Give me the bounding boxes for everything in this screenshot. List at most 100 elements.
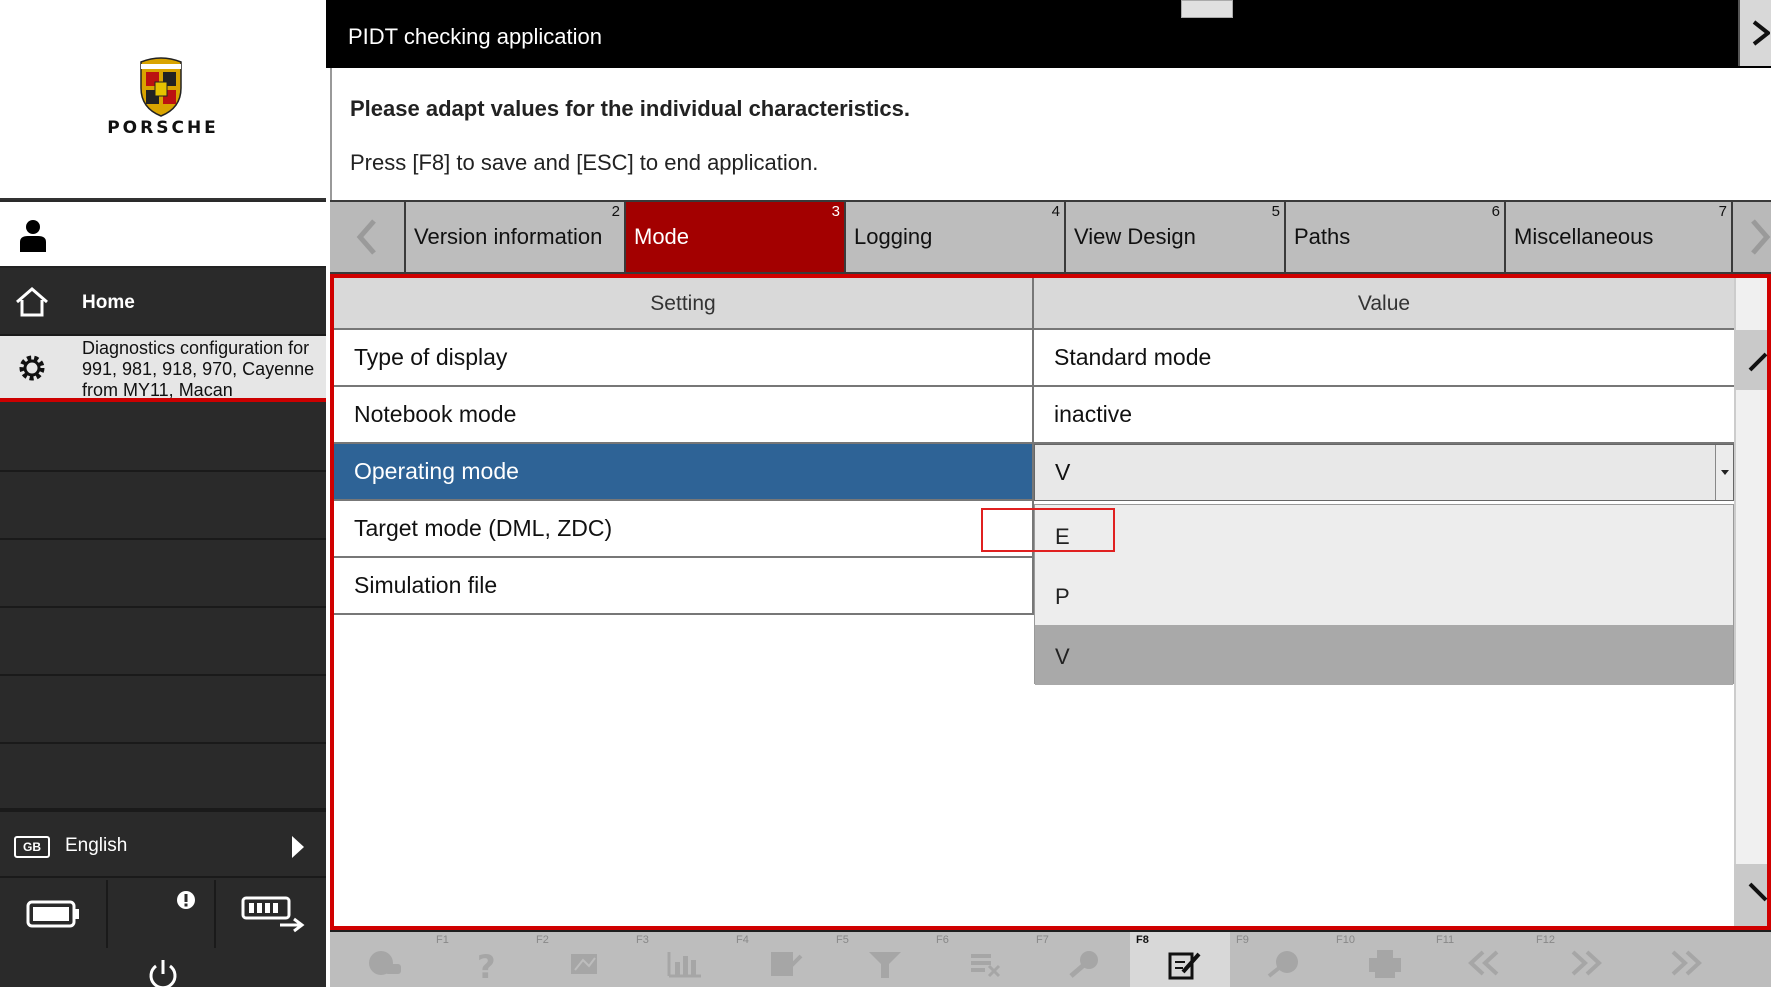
sidebar-empty-slot bbox=[0, 608, 326, 676]
tab-scroll-right-button[interactable] bbox=[1733, 202, 1771, 272]
tab-number: 4 bbox=[1051, 203, 1060, 220]
title-bar: PIDT checking application bbox=[326, 0, 1771, 68]
logo-panel: PORSCHE bbox=[0, 0, 326, 200]
tab-number: 3 bbox=[831, 203, 840, 220]
edit-document-icon bbox=[1168, 952, 1201, 980]
tab-paths[interactable]: Paths 6 bbox=[1286, 202, 1504, 272]
column-header-setting[interactable]: Setting bbox=[334, 278, 1034, 330]
tab-number: 5 bbox=[1271, 203, 1280, 220]
table-row[interactable]: Target mode (DML, ZDC) bbox=[334, 501, 1034, 558]
chevron-down-icon bbox=[1748, 882, 1768, 902]
bar-chart-icon bbox=[667, 952, 701, 978]
power-icon[interactable] bbox=[146, 958, 180, 987]
help-icon: ? bbox=[477, 948, 496, 982]
tab-scroll-left-button[interactable] bbox=[330, 202, 404, 272]
function-key-f12[interactable]: F12 bbox=[1530, 932, 1640, 987]
sidebar-empty-slot bbox=[0, 744, 326, 810]
function-key-number: F9 bbox=[1236, 934, 1249, 946]
tab-version-information[interactable]: Version information 2 bbox=[406, 202, 624, 272]
vci-usb-icon bbox=[241, 896, 305, 933]
function-key-number: F10 bbox=[1336, 934, 1355, 946]
connection-status[interactable] bbox=[216, 880, 324, 948]
sidebar-item-label: Home bbox=[82, 292, 135, 313]
power-area bbox=[0, 948, 326, 987]
tab-miscellaneous[interactable]: Miscellaneous 7 bbox=[1506, 202, 1731, 272]
scroll-down-button[interactable] bbox=[1734, 864, 1768, 926]
instruction-panel: Please adapt values for the individual c… bbox=[330, 68, 1771, 202]
keyboard-toggle-icon[interactable] bbox=[1181, 0, 1233, 18]
function-key-f4[interactable]: F3 bbox=[630, 932, 740, 987]
measurement-icon bbox=[571, 954, 597, 974]
function-key-f8-disabled[interactable]: F7 bbox=[1030, 932, 1140, 987]
double-chevron-right-icon bbox=[1571, 950, 1602, 976]
chevron-down-icon[interactable] bbox=[1715, 445, 1733, 500]
car-info-icon bbox=[369, 951, 401, 975]
scroll-up-button[interactable] bbox=[1734, 330, 1768, 390]
dropdown-option-v[interactable]: V bbox=[1035, 625, 1733, 685]
double-chevron-left-icon bbox=[1468, 950, 1499, 976]
language-label: English bbox=[65, 835, 128, 856]
function-key-number: F3 bbox=[636, 934, 649, 946]
sidebar-empty-slot bbox=[0, 540, 326, 608]
language-selector[interactable]: GB English bbox=[0, 810, 326, 878]
operating-mode-dropdown: E P V bbox=[1034, 504, 1734, 685]
tab-mode[interactable]: Mode 3 bbox=[626, 202, 844, 272]
function-key-number: F7 bbox=[1036, 934, 1049, 946]
gear-icon bbox=[19, 355, 45, 381]
sidebar-empty-slot bbox=[0, 472, 326, 540]
dropdown-option-e[interactable]: E bbox=[1035, 505, 1733, 565]
language-flag-badge: GB bbox=[14, 836, 50, 858]
sidebar-item-home[interactable]: Home bbox=[0, 270, 326, 336]
function-key-f5[interactable]: F4 bbox=[730, 932, 840, 987]
table-row[interactable]: Notebook mode bbox=[334, 387, 1034, 444]
settings-grid: Setting Value Type of display Standard m… bbox=[330, 274, 1771, 930]
table-cell-value[interactable]: inactive bbox=[1034, 387, 1734, 444]
checklist-icon bbox=[771, 952, 803, 976]
battery-icon bbox=[26, 900, 79, 928]
main-panel: PIDT checking application Please adapt v… bbox=[326, 0, 1771, 987]
function-key-f6[interactable]: F5 bbox=[830, 932, 940, 987]
table-row[interactable]: Type of display bbox=[334, 330, 1034, 387]
function-key-f7[interactable]: F6 bbox=[930, 932, 1040, 987]
function-key-f10[interactable]: F10 bbox=[1330, 932, 1440, 987]
sidebar-empty-slot bbox=[0, 404, 326, 472]
tab-label: Logging bbox=[854, 224, 933, 249]
tab-number: 6 bbox=[1491, 203, 1500, 220]
printer-icon bbox=[1369, 950, 1401, 978]
table-row[interactable]: Simulation file bbox=[334, 558, 1034, 615]
chevron-right-icon bbox=[292, 836, 304, 858]
operating-mode-combobox[interactable]: V bbox=[1034, 444, 1734, 501]
tab-view-design[interactable]: View Design 5 bbox=[1066, 202, 1284, 272]
combobox-value: V bbox=[1055, 459, 1071, 485]
function-key-number: F6 bbox=[936, 934, 949, 946]
table-row-selected[interactable]: Operating mode bbox=[334, 444, 1034, 501]
function-key-f3[interactable]: F2 bbox=[530, 932, 640, 987]
tab-label: Paths bbox=[1294, 224, 1351, 249]
list-tools-icon bbox=[971, 954, 1001, 978]
function-key-f1[interactable] bbox=[330, 932, 440, 987]
function-key-f11[interactable]: F11 bbox=[1430, 932, 1540, 987]
annotation-highlight-box bbox=[981, 508, 1115, 552]
table-cell-value[interactable]: Standard mode bbox=[1034, 330, 1734, 387]
double-chevron-right-icon bbox=[1671, 950, 1702, 976]
notification-status[interactable] bbox=[108, 880, 216, 948]
sidebar-item-diagnostics[interactable]: Diagnostics configuration for 991, 981, … bbox=[0, 336, 326, 402]
sidebar: PORSCHE Home Diagnostics configuration f… bbox=[0, 0, 326, 987]
brand-wordmark: PORSCHE bbox=[107, 118, 219, 138]
alert-icon bbox=[177, 891, 195, 909]
user-profile-button[interactable] bbox=[0, 202, 326, 268]
function-key-extra[interactable] bbox=[1630, 932, 1771, 987]
function-key-f9[interactable]: F9 bbox=[1230, 932, 1340, 987]
tab-logging[interactable]: Logging 4 bbox=[846, 202, 1064, 272]
function-key-save[interactable]: F8 bbox=[1130, 932, 1240, 987]
function-key-f2[interactable]: F1 ? bbox=[430, 932, 540, 987]
column-header-value[interactable]: Value bbox=[1034, 278, 1734, 330]
function-key-number: F5 bbox=[836, 934, 849, 946]
close-button[interactable] bbox=[1738, 0, 1771, 66]
svg-text:?: ? bbox=[477, 948, 496, 982]
sidebar-empty-slot bbox=[0, 676, 326, 744]
dropdown-option-p[interactable]: P bbox=[1035, 565, 1733, 625]
battery-status[interactable] bbox=[0, 880, 108, 948]
chevron-right-icon bbox=[1751, 219, 1771, 255]
tab-bar: Version information 2 Mode 3 Logging 4 V… bbox=[330, 200, 1771, 274]
